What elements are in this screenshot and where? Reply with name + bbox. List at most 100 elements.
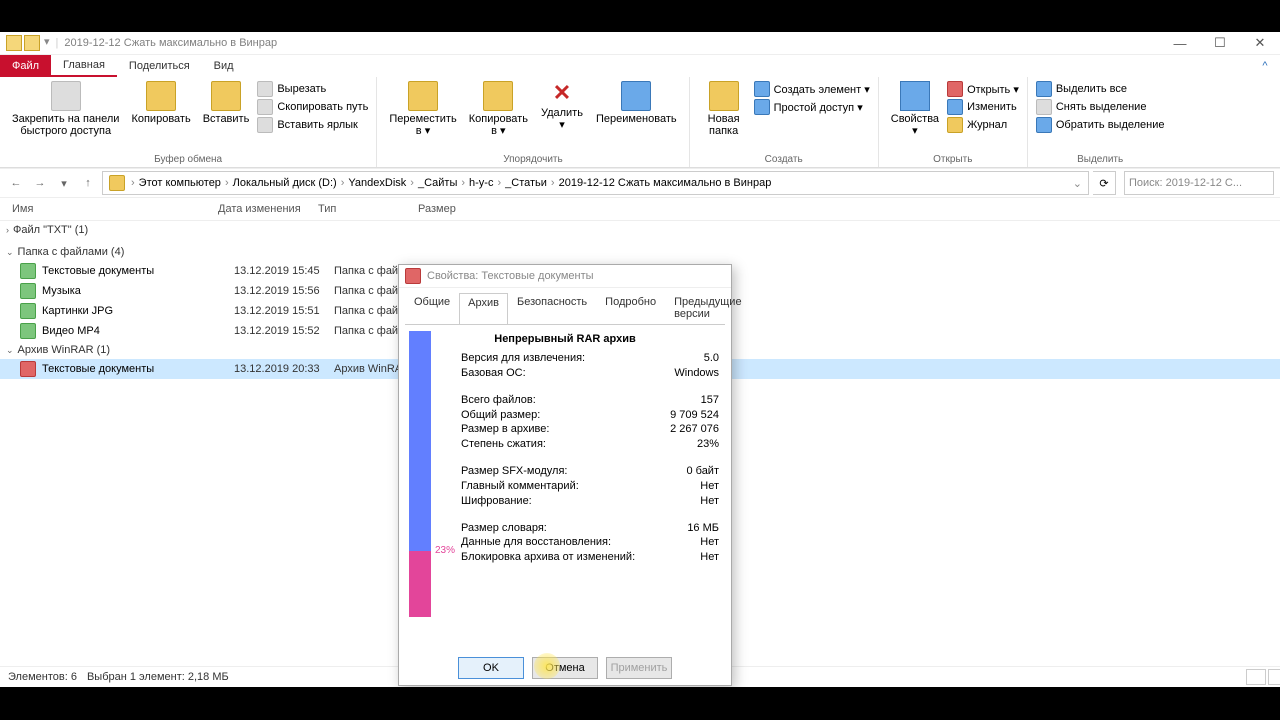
- tab-file[interactable]: Файл: [0, 55, 51, 77]
- paste-shortcut-button[interactable]: Вставить ярлык: [257, 117, 368, 133]
- status-count: Элементов: 6: [8, 671, 77, 683]
- edit-button[interactable]: Изменить: [947, 99, 1019, 115]
- group-open-label: Открыть: [887, 154, 1019, 167]
- ribbon-tabs: Файл Главная Поделиться Вид ^: [0, 55, 1280, 77]
- copy-path-button[interactable]: Скопировать путь: [257, 99, 368, 115]
- pin-icon: [51, 81, 81, 111]
- copyto-icon: [483, 81, 513, 111]
- scissors-icon: [257, 81, 273, 97]
- col-size[interactable]: Размер: [418, 203, 498, 215]
- tab-general[interactable]: Общие: [405, 292, 459, 324]
- tab-previous-versions[interactable]: Предыдущие версии: [665, 292, 750, 324]
- properties-button[interactable]: Свойства ▾: [887, 79, 943, 139]
- nav-recent-button[interactable]: ▾: [54, 173, 74, 193]
- paste-icon: [211, 81, 241, 111]
- selectall-icon: [1036, 81, 1052, 97]
- copy-button[interactable]: Копировать: [127, 79, 194, 127]
- folder-icon: [20, 303, 36, 319]
- select-all-button[interactable]: Выделить все: [1036, 81, 1165, 97]
- group-header[interactable]: ›Файл "TXT" (1): [0, 221, 1280, 239]
- property-row: Размер SFX-модуля:0 байт: [461, 464, 719, 479]
- copy-icon: [146, 81, 176, 111]
- easyaccess-icon: [754, 99, 770, 115]
- history-icon: [947, 117, 963, 133]
- archive-type-header: Непрерывный RAR архив: [411, 333, 719, 345]
- view-details-button[interactable]: [1246, 669, 1266, 685]
- newfolder-icon: [709, 81, 739, 111]
- move-to-button[interactable]: Переместить в ▾: [385, 79, 460, 139]
- qat-chevron-icon[interactable]: ▾: [44, 35, 50, 51]
- dialog-titlebar[interactable]: Свойства: Текстовые документы: [399, 265, 731, 288]
- group-new-label: Создать: [698, 154, 870, 167]
- folder-icon: [20, 263, 36, 279]
- delete-icon: ✕: [553, 81, 571, 105]
- group-header[interactable]: ⌄Папка с файлами (4): [0, 243, 1280, 261]
- folder-icon: [109, 175, 125, 191]
- col-type[interactable]: Тип: [318, 203, 418, 215]
- property-row: Шифрование:Нет: [461, 494, 719, 509]
- cancel-button[interactable]: Отмена: [532, 657, 598, 679]
- new-item-button[interactable]: Создать элемент ▾: [754, 81, 870, 97]
- qat-icon: [24, 35, 40, 51]
- delete-button[interactable]: ✕Удалить ▾: [536, 79, 588, 133]
- paste-button[interactable]: Вставить: [199, 79, 254, 127]
- newitem-icon: [754, 81, 770, 97]
- properties-icon: [900, 81, 930, 111]
- edit-icon: [947, 99, 963, 115]
- invert-selection-button[interactable]: Обратить выделение: [1036, 117, 1165, 133]
- column-headers[interactable]: Имя Дата изменения Тип Размер: [0, 198, 1280, 221]
- tab-share[interactable]: Поделиться: [117, 55, 202, 77]
- nav-forward-button[interactable]: →: [30, 173, 50, 193]
- col-name[interactable]: Имя: [12, 203, 218, 215]
- minimize-button[interactable]: —: [1160, 32, 1200, 54]
- moveto-icon: [408, 81, 438, 111]
- property-row: Данные для восстановления:Нет: [461, 535, 719, 550]
- shortcut-icon: [257, 117, 273, 133]
- dialog-tabs: Общие Архив Безопасность Подробно Предыд…: [399, 288, 731, 324]
- breadcrumb-item[interactable]: 2019-12-12 Сжать максимально в Винрар: [559, 177, 772, 189]
- select-none-button[interactable]: Снять выделение: [1036, 99, 1165, 115]
- col-date[interactable]: Дата изменения: [218, 203, 318, 215]
- copy-to-button[interactable]: Копировать в ▾: [465, 79, 532, 139]
- maximize-button[interactable]: ☐: [1200, 32, 1240, 54]
- breadcrumb-item[interactable]: Локальный диск (D:): [233, 177, 337, 189]
- history-button[interactable]: Журнал: [947, 117, 1019, 133]
- new-folder-button[interactable]: Новая папка: [698, 79, 750, 139]
- rename-button[interactable]: Переименовать: [592, 79, 681, 127]
- close-button[interactable]: ✕: [1240, 32, 1280, 54]
- breadcrumb[interactable]: ›Этот компьютер›Локальный диск (D:)›Yand…: [102, 171, 1089, 195]
- refresh-button[interactable]: ⟳: [1093, 171, 1116, 195]
- pin-quick-access-button[interactable]: Закрепить на панели быстрого доступа: [8, 79, 123, 139]
- view-icons-button[interactable]: [1268, 669, 1280, 685]
- open-button[interactable]: Открыть ▾: [947, 81, 1019, 97]
- ratio-label: 23%: [435, 545, 455, 556]
- nav-back-button[interactable]: ←: [6, 173, 26, 193]
- group-organize-label: Упорядочить: [385, 154, 680, 167]
- breadcrumb-item[interactable]: _Статьи: [505, 177, 547, 189]
- nav-up-button[interactable]: ↑: [78, 173, 98, 193]
- property-row: Главный комментарий:Нет: [461, 479, 719, 494]
- easy-access-button[interactable]: Простой доступ ▾: [754, 99, 870, 115]
- tab-archive[interactable]: Архив: [459, 293, 508, 325]
- tab-security[interactable]: Безопасность: [508, 292, 596, 324]
- folder-icon: [6, 35, 22, 51]
- breadcrumb-item[interactable]: h-y-c: [469, 177, 493, 189]
- search-input[interactable]: Поиск: 2019-12-12 С...: [1124, 171, 1274, 195]
- properties-dialog: Свойства: Текстовые документы Общие Архи…: [398, 264, 732, 686]
- breadcrumb-item[interactable]: YandexDisk: [348, 177, 406, 189]
- ok-button[interactable]: OK: [458, 657, 524, 679]
- property-row: Размер в архиве:2 267 076: [461, 422, 719, 437]
- status-selected: Выбран 1 элемент: 2,18 МБ: [87, 671, 229, 683]
- path-icon: [257, 99, 273, 115]
- group-select-label: Выделить: [1036, 154, 1165, 167]
- apply-button[interactable]: Применить: [606, 657, 672, 679]
- ribbon-help-button[interactable]: ^: [1250, 55, 1280, 77]
- cut-button[interactable]: Вырезать: [257, 81, 368, 97]
- breadcrumb-item[interactable]: Этот компьютер: [139, 177, 221, 189]
- tab-view[interactable]: Вид: [202, 55, 246, 77]
- property-row: Версия для извлечения:5.0: [461, 351, 719, 366]
- tab-details[interactable]: Подробно: [596, 292, 665, 324]
- breadcrumb-item[interactable]: _Сайты: [418, 177, 457, 189]
- open-icon: [947, 81, 963, 97]
- tab-home[interactable]: Главная: [51, 55, 117, 77]
